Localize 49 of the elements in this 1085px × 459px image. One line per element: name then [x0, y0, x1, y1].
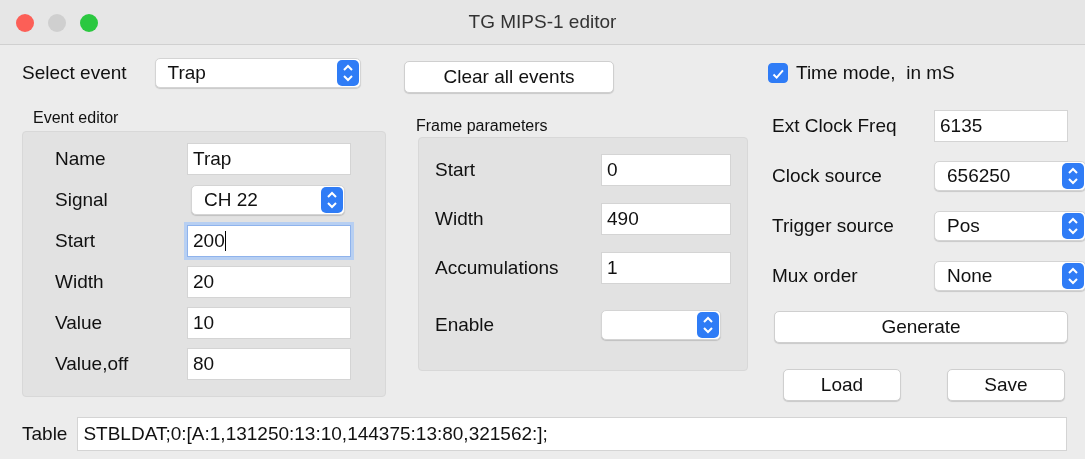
generate-button[interactable]: Generate: [774, 311, 1068, 343]
save-button[interactable]: Save: [947, 369, 1065, 401]
stepper-icon: [1062, 263, 1084, 289]
field-label: Signal: [55, 189, 109, 211]
field-label: Trigger source: [772, 215, 895, 237]
dropdown-select[interactable]: None: [934, 261, 1085, 291]
field-label: Select event: [22, 62, 127, 84]
field-label: Width: [435, 208, 485, 230]
input-field[interactable]: 490: [601, 203, 731, 235]
load-button[interactable]: Load: [783, 369, 901, 401]
zoom-button[interactable]: [80, 14, 98, 32]
field-label: Accumulations: [435, 257, 560, 279]
field-label: Name: [55, 148, 107, 170]
field-label: Width: [55, 271, 105, 293]
input-field[interactable]: 1: [601, 252, 731, 284]
field-label: Value: [55, 312, 104, 334]
checkbox-label: Time mode, in mS: [796, 62, 955, 84]
input-field[interactable]: Trap: [187, 143, 351, 175]
field-label: Clock source: [772, 165, 883, 187]
field-label: Start: [435, 159, 477, 181]
field-label: Enable: [435, 314, 496, 336]
field-label: Ext Clock Freq: [772, 115, 898, 137]
input-field[interactable]: 6135: [934, 110, 1068, 142]
dropdown-select[interactable]: 656250: [934, 161, 1085, 191]
stepper-icon: [321, 187, 343, 213]
dropdown-select[interactable]: Pos: [934, 211, 1085, 241]
stepper-icon: [697, 312, 719, 338]
stepper-icon: [1062, 163, 1084, 189]
input-field[interactable]: 10: [187, 307, 351, 339]
window-title: TG MIPS-1 editor: [468, 11, 617, 33]
clear-button[interactable]: Clear all events: [404, 61, 614, 93]
event-select[interactable]: Trap: [154, 58, 361, 88]
group-title: Event editor: [33, 109, 120, 127]
enable-select[interactable]: [601, 310, 721, 340]
field-label: Mux order: [772, 265, 859, 287]
input-field[interactable]: 20: [187, 266, 351, 298]
field-label: Start: [55, 230, 97, 252]
input-field[interactable]: 80: [187, 348, 351, 380]
field-label: Table: [22, 423, 68, 445]
table-field[interactable]: STBLDAT;0:[A:1,131250:13:10,144375:13:80,321562:];: [77, 417, 1068, 451]
input-field[interactable]: 0: [601, 154, 731, 186]
checkbox[interactable]: [768, 63, 788, 83]
field-label: Value,off: [55, 353, 130, 375]
stepper-icon: [336, 60, 359, 86]
signal-select[interactable]: CH 22: [191, 185, 345, 215]
input-field[interactable]: 200: [187, 225, 351, 257]
close-button[interactable]: [16, 14, 34, 32]
stepper-icon: [1062, 213, 1084, 239]
group-title: Frame parameters: [416, 117, 549, 135]
